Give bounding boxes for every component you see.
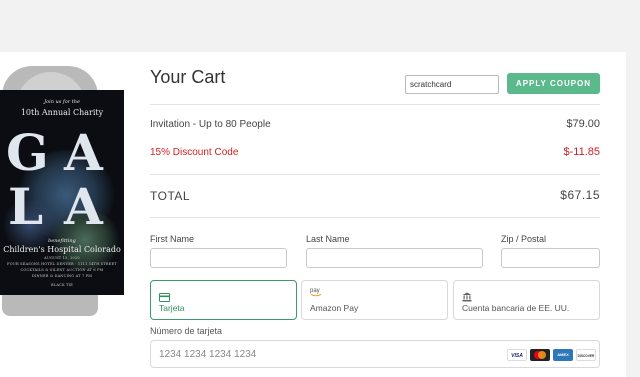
cart-title: Your Cart <box>150 67 226 87</box>
invite-intro-text: Join us for the <box>44 99 80 105</box>
discover-icon: DISCOVER <box>576 349 596 361</box>
invite-letter: L <box>8 177 44 236</box>
invite-details: DINNER & DANCING AT 7 PM <box>31 274 93 278</box>
invite-letter: A <box>64 123 103 182</box>
payment-tab-label: Amazon Pay <box>310 303 359 313</box>
last-name-label: Last Name <box>306 234 350 244</box>
card-number-placeholder: 1234 1234 1234 1234 <box>159 349 257 360</box>
mastercard-icon <box>530 349 550 361</box>
payment-tab-label: Tarjeta <box>159 303 185 313</box>
cart-item-amount: $79.00 <box>566 118 600 130</box>
discount-amount: $-11.85 <box>563 146 601 158</box>
first-name-label: First Name <box>150 234 195 244</box>
cart-item-label: Invitation - Up to 80 People <box>150 119 271 130</box>
total-label: TOTAL <box>150 189 191 203</box>
invite-organization: Children's Hospital Colorado <box>3 245 121 254</box>
invitation-preview: Join us for the 10th Annual Charity G A … <box>0 90 124 295</box>
invite-details: FOUR SEASONS HOTEL DENVER · 1111 14TH ST… <box>7 262 117 266</box>
last-name-field[interactable] <box>306 248 483 268</box>
card-number-field[interactable]: 1234 1234 1234 1234 VISA AMEX DISCOVER <box>150 340 600 368</box>
zip-field[interactable] <box>501 248 600 268</box>
invite-benefitting: benefitting <box>48 238 76 244</box>
amazon-pay-icon-text: pay <box>310 288 320 294</box>
payment-tab-label: Cuenta bancaria de EE. UU. <box>462 303 570 313</box>
discount-label: 15% Discount Code <box>150 147 239 158</box>
visa-icon: VISA <box>507 349 527 361</box>
invite-event-title: 10th Annual Charity <box>20 108 104 117</box>
invite-details: BLACK TIE <box>51 283 73 287</box>
card-number-label: Número de tarjeta <box>150 326 223 336</box>
divider <box>150 104 600 105</box>
invite-letter: A <box>64 177 103 236</box>
payment-tab-bank[interactable]: Cuenta bancaria de EE. UU. <box>453 280 600 320</box>
payment-tab-card[interactable]: Tarjeta <box>150 280 297 320</box>
total-amount: $67.15 <box>560 188 600 202</box>
first-name-field[interactable] <box>150 248 287 268</box>
invite-details: AUGUST 15, 2020 <box>44 256 80 260</box>
coupon-input[interactable] <box>405 75 499 94</box>
invite-details: COCKTAILS & SILENT AUCTION AT 6 PM <box>20 268 104 272</box>
divider <box>150 174 600 175</box>
invite-letter: G <box>6 123 49 182</box>
amazon-pay-icon: pay <box>310 288 322 297</box>
zip-label: Zip / Postal <box>501 234 547 244</box>
payment-tab-amazon-pay[interactable]: pay Amazon Pay <box>301 280 448 320</box>
amex-icon: AMEX <box>553 349 573 361</box>
apply-coupon-button[interactable]: APPLY COUPON <box>507 73 600 94</box>
divider <box>150 217 600 218</box>
